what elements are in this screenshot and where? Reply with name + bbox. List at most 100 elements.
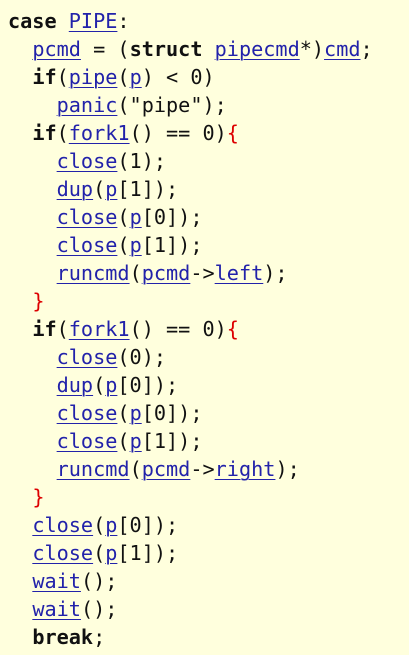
code-line: pcmd = (struct pipecmd*)cmd; (8, 35, 373, 63)
identifier-link[interactable]: p (105, 513, 117, 537)
code-line: if(pipe(p) < 0) (8, 63, 373, 91)
plain-token: [0]); (117, 373, 179, 397)
plain-token: ; (93, 625, 106, 649)
plain-token: (); (80, 597, 118, 621)
code-line: close(p[1]); (8, 231, 373, 259)
keyword-token: if (32, 121, 57, 145)
identifier-link[interactable]: p (130, 205, 142, 229)
plain-token: [1]); (141, 233, 203, 257)
identifier-link[interactable]: runcmd (57, 457, 130, 481)
identifier-link[interactable]: panic (57, 93, 118, 117)
plain-token: ( (117, 65, 130, 89)
plain-token: ( (129, 457, 142, 481)
identifier-link[interactable]: dup (57, 373, 93, 397)
identifier-link[interactable]: pipecmd (215, 37, 300, 61)
identifier-link[interactable]: PIPE (69, 9, 118, 33)
identifier-link[interactable]: dup (57, 177, 93, 201)
plain-token: ( (129, 261, 142, 285)
identifier-link[interactable]: close (57, 205, 118, 229)
plain-token: ; (360, 37, 373, 61)
plain-token: ( (56, 121, 69, 145)
identifier-link[interactable]: pcmd (32, 37, 81, 61)
identifier-link[interactable]: p (130, 65, 142, 89)
plain-token: ( (93, 373, 106, 397)
identifier-link[interactable]: runcmd (57, 261, 130, 285)
code-line: panic("pipe"); (8, 91, 373, 119)
code-line: close(1); (8, 147, 373, 175)
identifier-link[interactable]: close (57, 149, 118, 173)
plain-token: ( (93, 177, 106, 201)
plain-token: ( (56, 317, 69, 341)
code-line: close(p[1]); (8, 427, 373, 455)
plain-token: [1]); (117, 541, 179, 565)
brace-token: { (226, 121, 239, 145)
identifier-link[interactable]: left (215, 261, 264, 285)
identifier-link[interactable]: p (105, 177, 117, 201)
code-listing: case PIPE: pcmd = (struct pipecmd*)cmd; … (8, 7, 373, 651)
brace-token: } (32, 289, 45, 313)
keyword-token: case (8, 9, 57, 33)
identifier-link[interactable]: right (215, 457, 276, 481)
code-line: close(p[0]); (8, 203, 373, 231)
code-line: runcmd(pcmd->right); (8, 455, 373, 483)
plain-token: [1]); (117, 177, 179, 201)
plain-token: ( (56, 65, 69, 89)
identifier-link[interactable]: wait (32, 569, 81, 593)
plain-token: ( (93, 513, 106, 537)
identifier-link[interactable]: pcmd (142, 457, 191, 481)
code-line: close(p[0]); (8, 511, 373, 539)
code-line: } (8, 287, 373, 315)
identifier-link[interactable]: cmd (324, 37, 360, 61)
keyword-token: if (32, 317, 57, 341)
plain-token: [0]); (141, 401, 203, 425)
plain-token: : (117, 9, 130, 33)
code-line: close(0); (8, 343, 373, 371)
brace-token: } (32, 485, 45, 509)
plain-token: ( (117, 401, 130, 425)
identifier-link[interactable]: pipe (69, 65, 118, 89)
identifier-link[interactable]: p (130, 401, 142, 425)
identifier-link[interactable]: p (105, 541, 117, 565)
plain-token: -> (190, 457, 215, 481)
code-line: dup(p[0]); (8, 371, 373, 399)
identifier-link[interactable]: close (57, 345, 118, 369)
identifier-link[interactable]: p (130, 429, 142, 453)
plain-token: ) < 0) (141, 65, 215, 89)
code-line: if(fork1() == 0){ (8, 315, 373, 343)
identifier-link[interactable]: wait (32, 597, 81, 621)
identifier-link[interactable]: close (32, 541, 93, 565)
identifier-link[interactable]: fork1 (69, 317, 130, 341)
plain-token: ); (275, 457, 300, 481)
identifier-link[interactable]: close (32, 513, 93, 537)
plain-token: () == 0) (129, 317, 227, 341)
identifier-link[interactable]: close (57, 401, 118, 425)
code-line: dup(p[1]); (8, 175, 373, 203)
keyword-token: if (32, 65, 57, 89)
identifier-link[interactable]: close (57, 233, 118, 257)
plain-token: (1); (117, 149, 167, 173)
plain-token: ("pipe"); (117, 93, 227, 117)
identifier-link[interactable]: p (130, 233, 142, 257)
plain-token: () == 0) (129, 121, 227, 145)
plain-token: (0); (117, 345, 167, 369)
identifier-link[interactable]: fork1 (69, 121, 130, 145)
identifier-link[interactable]: p (105, 373, 117, 397)
identifier-link[interactable]: pcmd (142, 261, 191, 285)
identifier-link[interactable]: close (57, 429, 118, 453)
